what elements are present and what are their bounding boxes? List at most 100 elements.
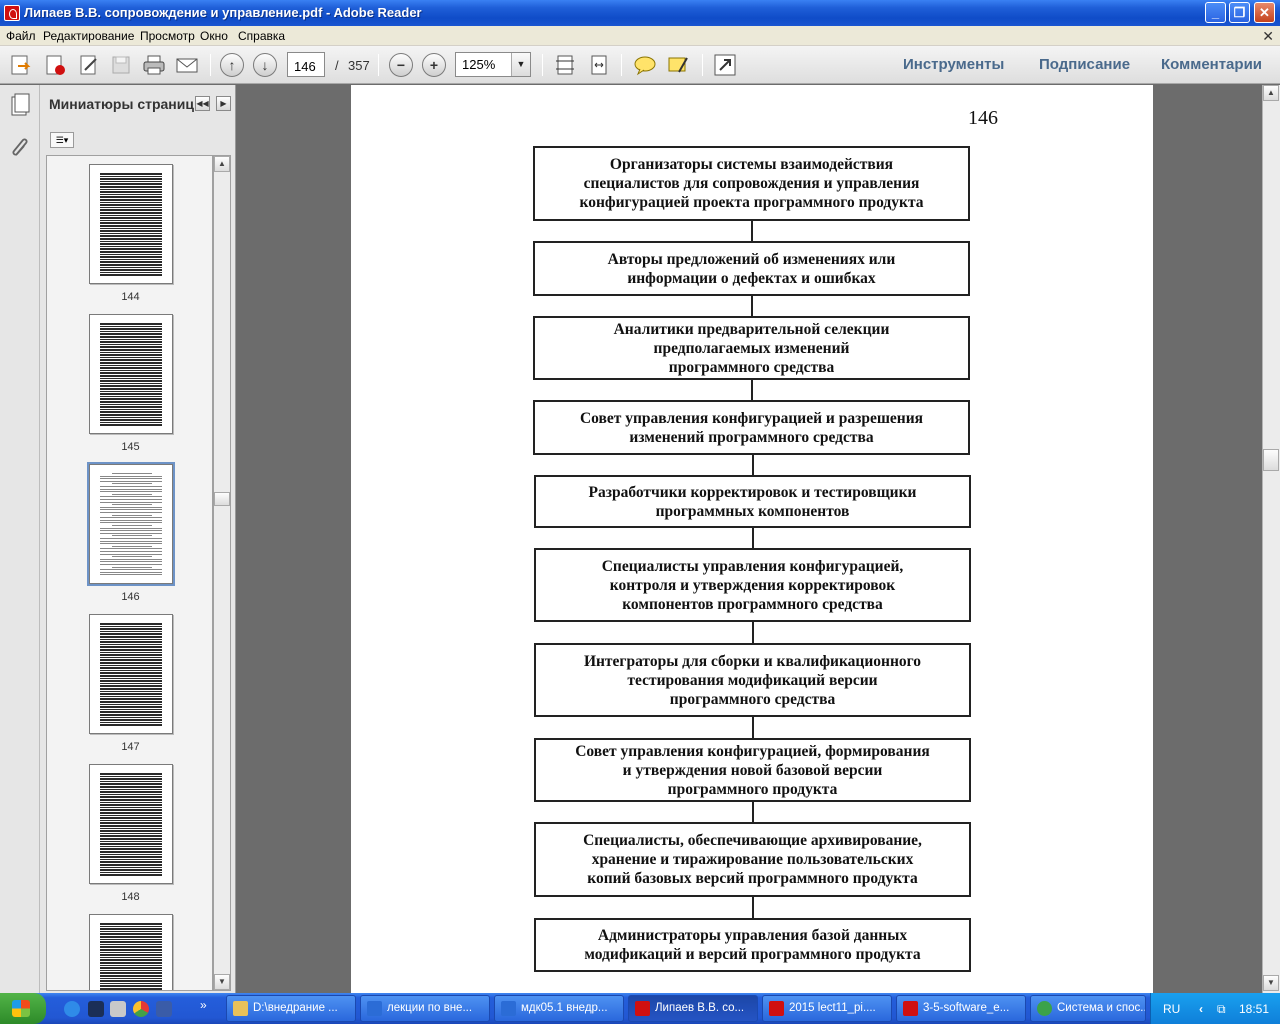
show-desktop-icon[interactable] bbox=[88, 1001, 104, 1017]
email-icon[interactable] bbox=[174, 52, 200, 78]
highlight-icon[interactable] bbox=[665, 52, 691, 78]
menu-file[interactable]: Файл bbox=[6, 29, 36, 43]
scroll-down-icon[interactable]: ▼ bbox=[1263, 975, 1279, 991]
print-icon[interactable] bbox=[141, 52, 167, 78]
arrow-up-icon: ↑ bbox=[228, 57, 236, 73]
taskbar-item-active[interactable]: Липаев В.В. со... bbox=[628, 995, 758, 1022]
zoom-dropdown-icon[interactable]: ▼ bbox=[511, 53, 530, 76]
menu-edit[interactable]: Редактирование bbox=[43, 29, 134, 43]
thumbnail-text-line bbox=[100, 817, 162, 819]
thumbnail-text-line bbox=[100, 403, 162, 406]
pdf-icon bbox=[635, 1001, 650, 1016]
document-close-icon[interactable]: ✕ bbox=[1262, 28, 1274, 45]
thumbnail-text-line bbox=[100, 685, 162, 687]
thumbnail-text-line bbox=[100, 930, 162, 933]
flow-connector bbox=[751, 380, 753, 400]
minimize-button[interactable]: _ bbox=[1205, 2, 1226, 23]
thumbnail-text-line bbox=[100, 838, 162, 840]
scroll-thumb[interactable] bbox=[214, 492, 230, 506]
quicklaunch-more-icon[interactable]: » bbox=[200, 998, 207, 1012]
thumbnail-text-line bbox=[100, 201, 162, 204]
start-button[interactable] bbox=[0, 993, 46, 1024]
thumbnail-page[interactable] bbox=[89, 914, 173, 990]
taskbar-item[interactable]: Система и спос... bbox=[1030, 995, 1146, 1022]
open-file-icon[interactable] bbox=[8, 52, 34, 78]
attachments-icon[interactable] bbox=[8, 135, 32, 161]
tab-sign[interactable]: Подписание bbox=[1039, 56, 1130, 73]
thumbnail-text-line bbox=[100, 380, 162, 382]
thumbnail-text-line bbox=[112, 483, 152, 485]
expand-icon[interactable] bbox=[712, 52, 738, 78]
flow-box: Специалисты управления конфигурацией, ко… bbox=[534, 548, 971, 622]
thumbnail-text-line bbox=[100, 506, 162, 508]
scroll-thumb[interactable] bbox=[1263, 449, 1279, 471]
thumbnail-options-button[interactable]: ☰▾ bbox=[50, 132, 74, 148]
word-icon bbox=[501, 1001, 516, 1016]
taskbar-item[interactable]: 2015 lect11_pi.... bbox=[762, 995, 892, 1022]
thumbnail-text-line bbox=[100, 564, 162, 565]
zoom-out-button[interactable]: − bbox=[389, 53, 413, 77]
scroll-down-icon[interactable]: ▼ bbox=[214, 974, 230, 990]
panel-forward-button[interactable]: ▶ bbox=[216, 96, 231, 111]
thumbnail-text-line bbox=[100, 869, 162, 871]
maximize-button[interactable]: ❐ bbox=[1229, 2, 1250, 23]
scroll-up-icon[interactable]: ▲ bbox=[1263, 85, 1279, 101]
thumbnail-page[interactable] bbox=[89, 764, 173, 884]
flow-connector bbox=[751, 296, 753, 316]
thumbnail-page[interactable] bbox=[89, 314, 173, 434]
menu-help[interactable]: Справка bbox=[238, 29, 285, 43]
fit-width-icon[interactable] bbox=[586, 52, 612, 78]
tab-comments[interactable]: Комментарии bbox=[1161, 56, 1262, 73]
create-pdf-icon[interactable] bbox=[42, 52, 68, 78]
taskbar-item[interactable]: мдк05.1 внедр... bbox=[494, 995, 624, 1022]
toolbar-separator bbox=[702, 54, 703, 76]
fit-page-icon[interactable] bbox=[552, 52, 578, 78]
thumbnail-page-selected[interactable] bbox=[87, 462, 175, 586]
tab-tools[interactable]: Инструменты bbox=[903, 56, 1004, 73]
ie-icon[interactable] bbox=[64, 1001, 80, 1017]
taskbar-item[interactable]: лекции по вне... bbox=[360, 995, 490, 1022]
previous-page-button[interactable]: ↑ bbox=[220, 53, 244, 77]
thumbnail-text-line bbox=[100, 858, 162, 861]
right-arrow-icon: ▶ bbox=[220, 99, 227, 108]
document-scrollbar[interactable]: ▲ ▼ bbox=[1262, 85, 1280, 993]
thumbnail-text-line bbox=[100, 538, 162, 539]
menu-bar: Файл Редактирование Просмотр Окно Справк… bbox=[0, 26, 1280, 46]
menu-view[interactable]: Просмотр bbox=[140, 29, 195, 43]
page-thumbnails-icon[interactable] bbox=[8, 93, 32, 119]
thumbnail-text-line bbox=[100, 351, 162, 354]
next-page-button[interactable]: ↓ bbox=[253, 53, 277, 77]
close-button[interactable]: ✕ bbox=[1254, 2, 1275, 23]
restore-icon: ❐ bbox=[1233, 5, 1246, 20]
comment-icon[interactable] bbox=[632, 52, 658, 78]
thumbnails-scrollbar[interactable]: ▲ ▼ bbox=[213, 155, 231, 991]
thumbnail-text-line bbox=[100, 638, 162, 641]
cube-icon[interactable] bbox=[110, 1001, 126, 1017]
collapse-panel-button[interactable]: ◀◀ bbox=[195, 96, 210, 111]
flow-box: Администраторы управления базой данных м… bbox=[534, 918, 971, 972]
thumbnail-text-line bbox=[100, 333, 162, 335]
thumbnail-text-line bbox=[100, 819, 162, 822]
thumbnail-text-line bbox=[100, 480, 162, 482]
toolbar-separator bbox=[542, 54, 543, 76]
thumbnail-text-line bbox=[100, 959, 162, 961]
taskbar-item[interactable]: 3-5-software_e... bbox=[896, 995, 1026, 1022]
app-icon[interactable] bbox=[156, 1001, 172, 1017]
zoom-in-button[interactable]: + bbox=[422, 53, 446, 77]
page-number-input[interactable] bbox=[287, 52, 325, 77]
language-indicator[interactable]: RU bbox=[1163, 1002, 1180, 1016]
taskbar-item[interactable]: D:\внедрание ... bbox=[226, 995, 356, 1022]
thumbnail-text-line bbox=[100, 178, 162, 180]
thumbnail-text-line bbox=[100, 623, 162, 625]
menu-window[interactable]: Окно bbox=[200, 29, 228, 43]
chrome-icon[interactable] bbox=[133, 1001, 149, 1017]
thumbnail-text-line bbox=[100, 253, 162, 256]
edit-form-icon[interactable] bbox=[76, 52, 102, 78]
network-icon[interactable]: ⧉ bbox=[1217, 1002, 1226, 1017]
tray-expand-icon[interactable]: ‹ bbox=[1199, 1002, 1203, 1016]
save-icon[interactable] bbox=[108, 52, 134, 78]
thumbnail-label: 148 bbox=[121, 891, 140, 903]
thumbnail-page[interactable] bbox=[89, 614, 173, 734]
scroll-up-icon[interactable]: ▲ bbox=[214, 156, 230, 172]
thumbnail-page[interactable] bbox=[89, 164, 173, 284]
